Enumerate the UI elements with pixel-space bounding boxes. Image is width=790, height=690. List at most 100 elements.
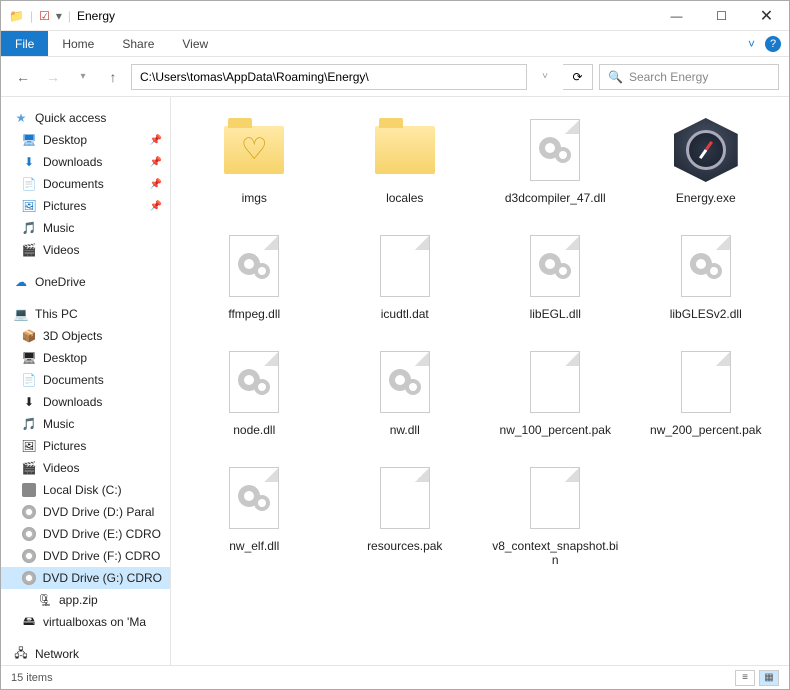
file-item[interactable]: locales (332, 107, 479, 213)
search-icon: 🔍 (608, 70, 623, 84)
file-icon (380, 235, 430, 297)
sidebar-item-label: 3D Objects (43, 329, 102, 343)
properties-icon[interactable]: ☑ (39, 9, 50, 23)
sidebar-item[interactable]: Local Disk (C:) (1, 479, 170, 501)
sidebar-item[interactable]: 🖼 Pictures (1, 435, 170, 457)
sidebar-item-label: Downloads (43, 155, 102, 169)
sidebar-onedrive[interactable]: ☁OneDrive (1, 271, 170, 293)
qat-chevron-icon[interactable]: ▾ (56, 9, 62, 23)
sidebar-item[interactable]: 🖥Desktop📌 (1, 129, 170, 151)
tab-share[interactable]: Share (108, 31, 168, 56)
sidebar-item[interactable]: 📄Documents (1, 369, 170, 391)
file-item[interactable]: nw_200_percent.pak (633, 339, 780, 445)
sidebar-item[interactable]: DVD Drive (F:) CDRO (1, 545, 170, 567)
body: ★Quick access 🖥Desktop📌⬇Downloads📌📄Docum… (1, 97, 789, 665)
sidebar-item-label: Documents (43, 177, 104, 191)
pc-icon: 💻 (13, 306, 29, 322)
sidebar-item[interactable]: 🎬Videos (1, 457, 170, 479)
sidebar-item-label: DVD Drive (D:) Paral (43, 505, 154, 519)
file-item[interactable]: nw_100_percent.pak (482, 339, 629, 445)
file-item[interactable]: ♡imgs (181, 107, 328, 213)
recent-chevron-icon[interactable]: ▾ (71, 65, 95, 89)
star-icon: ★ (13, 110, 29, 126)
address-bar: ← → ▾ ↑ ˅ ⟳ 🔍 Search Energy (1, 57, 789, 97)
downloads-icon: ⬇ (21, 154, 37, 170)
3d-icon: 📦 (21, 328, 37, 344)
sidebar-label: Quick access (35, 111, 106, 125)
search-box[interactable]: 🔍 Search Energy (599, 64, 779, 90)
file-item[interactable]: node.dll (181, 339, 328, 445)
sidebar-item[interactable]: DVD Drive (E:) CDRO (1, 523, 170, 545)
up-button[interactable]: ↑ (101, 65, 125, 89)
sidebar-item[interactable]: 🎬 Videos (1, 239, 170, 261)
sidebar-item[interactable]: 📦 3D Objects (1, 325, 170, 347)
sidebar-network[interactable]: 🖧Network (1, 643, 170, 665)
window-title: Energy (77, 9, 115, 23)
sidebar-item-label: virtualboxas on 'Ma (43, 615, 146, 629)
sidebar-item-label: Pictures (43, 439, 86, 453)
address-input-wrap[interactable] (131, 64, 527, 90)
sidebar-item[interactable]: ⬇Downloads📌 (1, 151, 170, 173)
file-label: icudtl.dat (381, 307, 429, 321)
sidebar-item-label: Desktop (43, 351, 87, 365)
sidebar-quick-access[interactable]: ★ Quick access (1, 107, 170, 129)
sidebar-item[interactable]: DVD Drive (G:) CDRO (1, 567, 170, 589)
disk-icon (21, 482, 37, 498)
icons-view-button[interactable]: ▦ (759, 670, 779, 686)
file-item[interactable]: d3dcompiler_47.dll (482, 107, 629, 213)
sidebar-item[interactable]: 🖴virtualboxas on 'Ma (1, 611, 170, 633)
file-label: Energy.exe (676, 191, 736, 205)
sidebar-item[interactable]: ⬇Downloads (1, 391, 170, 413)
file-grid: ♡imgslocalesd3dcompiler_47.dll Energy.exe… (181, 107, 779, 575)
file-item[interactable]: libGLESv2.dll (633, 223, 780, 329)
sidebar-item[interactable]: 🗜app.zip (1, 589, 170, 611)
pictures-icon: 🖼 (21, 438, 37, 454)
dll-icon (229, 351, 279, 413)
sidebar-item-label: Videos (43, 461, 79, 475)
file-item[interactable]: icudtl.dat (332, 223, 479, 329)
file-item[interactable]: ffmpeg.dll (181, 223, 328, 329)
sidebar-item[interactable]: 🖥Desktop (1, 347, 170, 369)
file-label: nw_elf.dll (229, 539, 279, 553)
sidebar-item-label: Videos (43, 243, 79, 257)
refresh-button[interactable]: ⟳ (563, 64, 593, 90)
music-icon: 🎵 (21, 416, 37, 432)
cloud-icon: ☁ (13, 274, 29, 290)
sidebar-item[interactable]: 📄Documents📌 (1, 173, 170, 195)
file-item[interactable]: nw_elf.dll (181, 455, 328, 575)
file-view[interactable]: ♡imgslocalesd3dcompiler_47.dll Energy.exe… (171, 97, 789, 665)
sidebar-item[interactable]: 🎵Music (1, 217, 170, 239)
videos-icon: 🎬 (21, 242, 37, 258)
close-button[interactable]: ✕ (744, 1, 789, 31)
forward-button[interactable]: → (41, 65, 65, 89)
tab-view[interactable]: View (168, 31, 222, 56)
address-chevron-icon[interactable]: ˅ (533, 65, 557, 89)
file-item[interactable]: resources.pak (332, 455, 479, 575)
file-item[interactable]: v8_context_snapshot.bin (482, 455, 629, 575)
file-icon (380, 467, 430, 529)
nav-pane[interactable]: ★Quick access 🖥Desktop📌⬇Downloads📌📄Docum… (1, 97, 171, 665)
tab-file[interactable]: File (1, 31, 48, 56)
sidebar-this-pc[interactable]: 💻This PC (1, 303, 170, 325)
back-button[interactable]: ← (11, 65, 35, 89)
app-icon (674, 118, 738, 182)
sidebar-item[interactable]: 🎵Music (1, 413, 170, 435)
window-controls: — ☐ ✕ (654, 1, 789, 31)
sidebar-item-label: DVD Drive (F:) CDRO (43, 549, 160, 563)
minimize-button[interactable]: — (654, 1, 699, 31)
tab-home[interactable]: Home (48, 31, 108, 56)
address-input[interactable] (140, 70, 518, 84)
sidebar-item-label: app.zip (59, 593, 98, 607)
maximize-button[interactable]: ☐ (699, 1, 744, 31)
dvd-icon (21, 526, 37, 542)
pin-icon: 📌 (150, 135, 162, 146)
file-item[interactable]: libEGL.dll (482, 223, 629, 329)
details-view-button[interactable]: ≡ (735, 670, 755, 686)
sidebar-item[interactable]: DVD Drive (D:) Paral (1, 501, 170, 523)
help-icon[interactable]: ? (765, 36, 781, 52)
explorer-window: 📁 | ☑ ▾ | Energy — ☐ ✕ File Home Share V… (0, 0, 790, 690)
ribbon-expand-icon[interactable]: ˅ (748, 37, 755, 51)
file-item[interactable]: nw.dll (332, 339, 479, 445)
sidebar-item[interactable]: 🖼Pictures📌 (1, 195, 170, 217)
file-item[interactable]: Energy.exe (633, 107, 780, 213)
